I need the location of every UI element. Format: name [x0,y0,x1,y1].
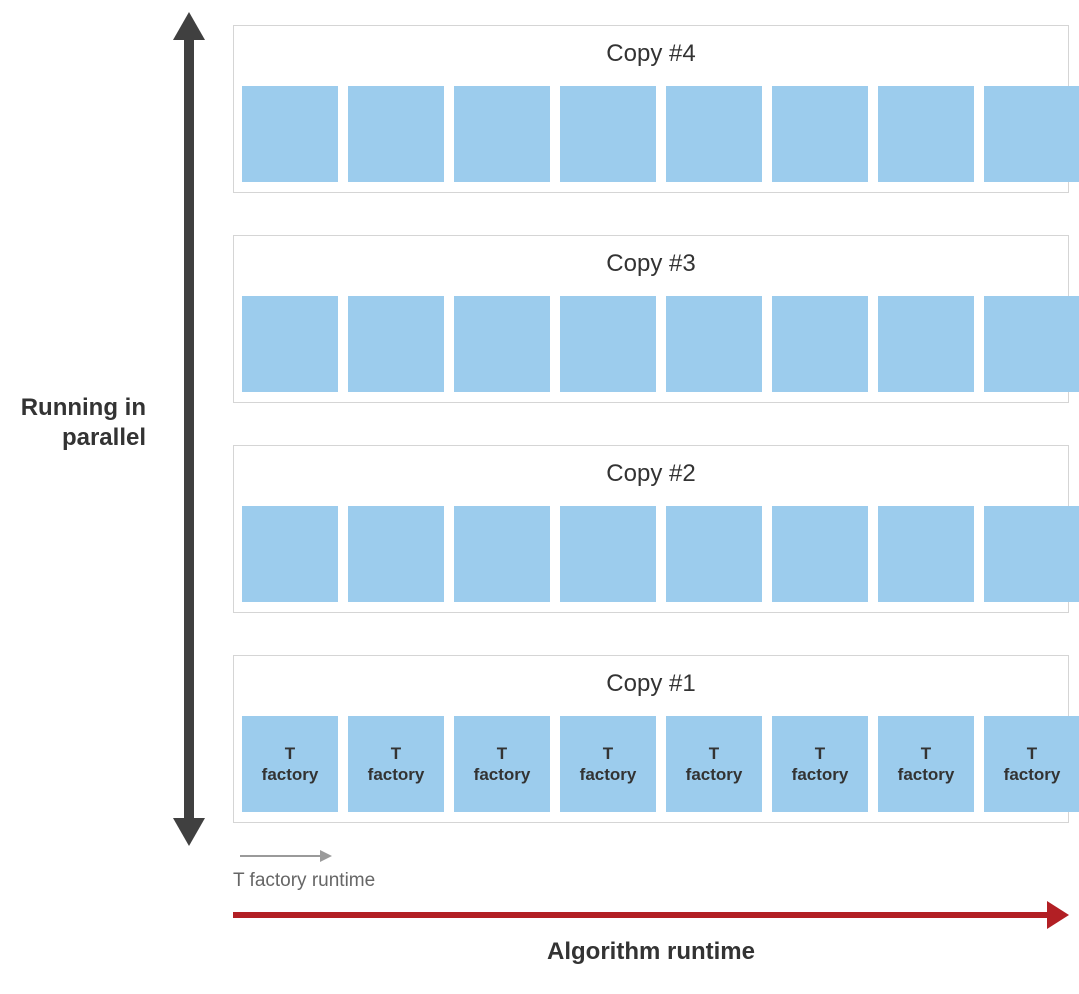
tfactory-cell [454,296,550,392]
tfactory-cell-label: Tfactory [666,743,762,786]
tfactory-cell: Tfactory [878,716,974,812]
tfactory-cell-label: Tfactory [984,743,1079,786]
tfactory-cell [984,86,1079,182]
copy-panel: Copy #1TfactoryTfactoryTfactoryTfactoryT… [233,655,1069,823]
tfactory-cell-label: Tfactory [242,743,338,786]
tfactory-cell [242,506,338,602]
copy-panel: Copy #3 [233,235,1069,403]
tfactory-cell [242,296,338,392]
tfactory-cell: Tfactory [772,716,868,812]
copy-panel: Copy #2 [233,445,1069,613]
tfactory-cell [666,296,762,392]
tfactory-cell: Tfactory [984,716,1079,812]
copy-title: Copy #1 [234,670,1068,698]
tfactory-row [242,506,1068,602]
parallel-axis-arrow [184,36,194,822]
tfactory-cell-label: Tfactory [772,743,868,786]
tfactory-cell [984,296,1079,392]
tfactory-cell: Tfactory [560,716,656,812]
tfactory-cell: Tfactory [348,716,444,812]
tfactory-cell [666,506,762,602]
tfactory-row: TfactoryTfactoryTfactoryTfactoryTfactory… [242,716,1068,812]
tfactory-cell [878,506,974,602]
tfactory-cell [560,296,656,392]
copy-title: Copy #2 [234,460,1068,488]
algorithm-runtime-label: Algorithm runtime [233,938,1069,966]
tfactory-cell-label: Tfactory [454,743,550,786]
tfactory-cell [878,86,974,182]
tfactory-cell [772,506,868,602]
tfactory-cell [560,86,656,182]
tfactory-cell: Tfactory [666,716,762,812]
tfactory-cell [878,296,974,392]
tfactory-cell: Tfactory [454,716,550,812]
tfactory-cell [454,506,550,602]
tfactory-cell: Tfactory [242,716,338,812]
copy-panel: Copy #4 [233,25,1069,193]
tfactory-cell-label: Tfactory [348,743,444,786]
tfactory-cell-label: Tfactory [878,743,974,786]
tfactory-cell [454,86,550,182]
tfactory-cell [666,86,762,182]
tfactory-runtime-arrow [240,855,322,857]
tfactory-cell [242,86,338,182]
tfactory-cell [772,296,868,392]
copy-title: Copy #3 [234,250,1068,278]
tfactory-row [242,296,1068,392]
tfactory-runtime-label: T factory runtime [233,870,375,892]
tfactory-cell [348,506,444,602]
algorithm-runtime-arrow [233,912,1051,918]
tfactory-cell-label: Tfactory [560,743,656,786]
tfactory-row [242,86,1068,182]
copy-title: Copy #4 [234,40,1068,68]
parallel-axis-label: Running inparallel [4,393,146,453]
tfactory-cell [348,296,444,392]
tfactory-cell [772,86,868,182]
tfactory-cell [348,86,444,182]
tfactory-cell [984,506,1079,602]
tfactory-cell [560,506,656,602]
